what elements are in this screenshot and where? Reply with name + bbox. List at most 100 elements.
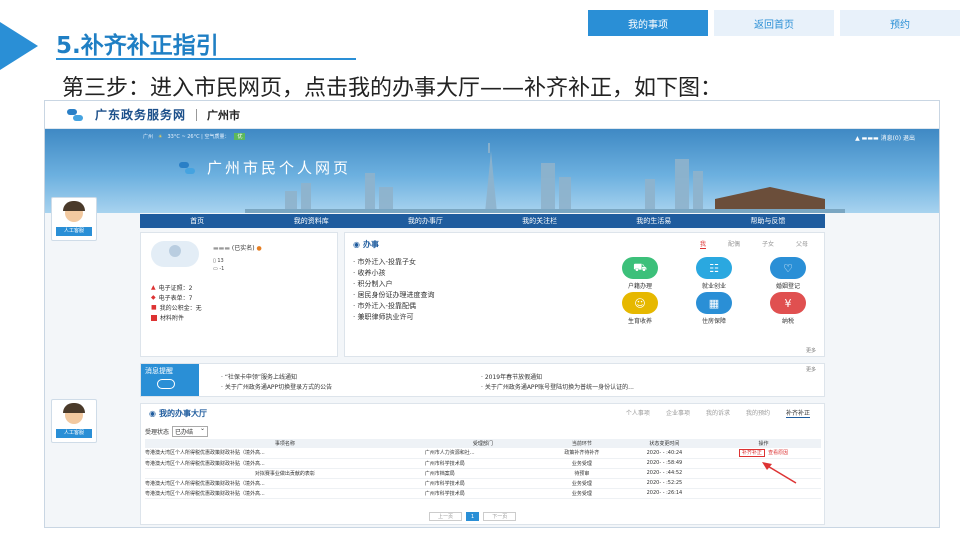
prev-page-button[interactable]: 上一页 <box>429 512 463 521</box>
page-1-button[interactable]: 1 <box>466 512 480 521</box>
hall-table: 事项名称 受理部门 当前环节 状态变更时间 操作 粤港澳大湾区个人所得税优惠政策… <box>145 439 821 499</box>
list-item-label: 收养小孩 <box>357 269 386 277</box>
tab-children[interactable]: 子女 <box>762 239 774 249</box>
portal-name: 广东政务服务网 <box>95 108 187 122</box>
message-logout-links[interactable]: 消息(0) 退出 <box>881 135 915 142</box>
verified-status: (已实名) <box>231 245 255 252</box>
service-grid: ⛟ 户籍办理 ☷ 就业创业 ♡ 婚姻登记 ☺ 生育收养 ▦ 住房保障 ¥ 纳税 <box>603 257 825 325</box>
cell-dept: 广州市科学技术局 <box>424 488 542 499</box>
banner-logo-icon <box>179 161 201 175</box>
service-label: 就业创业 <box>701 283 726 290</box>
tab-parents[interactable]: 父母 <box>796 239 808 249</box>
tab-spouse[interactable]: 配偶 <box>728 239 740 249</box>
slide: 5.补齐补正指引 我的事项 返回首页 预约 第三步：进入市民网页，点击我的办事大… <box>0 0 960 540</box>
tab-supplement[interactable]: 补齐补正 <box>785 408 810 418</box>
list-item[interactable]: · 兼职律师执业许可 <box>353 312 434 323</box>
customer-service-label: 人工客服 <box>56 429 92 438</box>
message-item[interactable]: · 2019年春节放假通知 <box>481 372 542 381</box>
tab-personal[interactable]: 个人事项 <box>626 408 650 418</box>
cell-dept: 广州市科学技术局 <box>424 458 542 469</box>
office-card: ◉ 办事 我 配偶 子女 父母 · 市外迁入-投靠子女 · 收养小孩 · 积分制入… <box>344 232 825 357</box>
cell-actions: 补齐补正 查看原因 <box>706 448 821 459</box>
user-links[interactable]: ▲ ▬▬▬ 消息(0) 退出 <box>855 133 915 142</box>
cell-time: 2020- - :58:49 <box>622 458 706 469</box>
tab-back-home[interactable]: 返回首页 <box>714 10 834 36</box>
status-select[interactable]: 已办结 <box>172 425 209 437</box>
col-header: 当前环节 <box>541 439 623 448</box>
gov-logo-icon <box>67 108 89 122</box>
weather-info: 广州 ☀ 33°C ~ 26°C | 空气质量： 优 <box>143 133 246 140</box>
nav-my-follow[interactable]: 我的关注栏 <box>483 214 597 228</box>
more-link[interactable]: 更多 <box>806 347 816 354</box>
user-card: ▬▬▬ (已实名) ● ▯ 13 ▭ -1 ▲ 电子证照：2 ◆ 电子表单：7 ■ 我… <box>140 232 338 357</box>
supplement-button[interactable]: 补齐补正 <box>738 449 765 457</box>
message-text: “社保卡申领”服务上线通知 <box>224 374 298 381</box>
service-housing[interactable]: ▦ 住房保障 <box>677 292 751 325</box>
message-item[interactable]: · 关于广州政务通APP切换登录方式的公告 <box>221 382 332 391</box>
tab-appeals[interactable]: 我的诉求 <box>706 408 730 418</box>
tab-reservation[interactable]: 预约 <box>840 10 960 36</box>
aqi-badge: 优 <box>234 133 246 140</box>
service-birth[interactable]: ☺ 生育收养 <box>603 292 677 325</box>
user-name: ▬▬▬ (已实名) ● <box>213 245 262 252</box>
stat-fund[interactable]: ■ 我的公积金：无 <box>151 303 202 312</box>
list-item[interactable]: · 市外迁入-投靠子女 <box>353 257 434 268</box>
cell-name: 粤港澳大湾区个人所得税优惠政策财政补贴（境外高... <box>145 478 425 489</box>
tab-enterprise[interactable]: 企业事项 <box>666 408 690 418</box>
service-marriage[interactable]: ♡ 婚姻登记 <box>751 257 825 290</box>
table-row: 粤港澳大湾区个人所得税优惠政策财政补贴（境外高... 广州市科学技术局 业务受理… <box>145 488 821 499</box>
service-household[interactable]: ⛟ 户籍办理 <box>603 257 677 290</box>
tab-appointments[interactable]: 我的预约 <box>746 408 770 418</box>
service-label: 户籍办理 <box>627 283 652 290</box>
service-employment[interactable]: ☷ 就业创业 <box>677 257 751 290</box>
hall-title-text: 我的办事大厅 <box>158 409 207 418</box>
title-underline <box>56 58 356 60</box>
view-reason-link[interactable]: 查看原因 <box>768 450 788 456</box>
stat-forms[interactable]: ◆ 电子表单：7 <box>151 293 192 302</box>
stat-label: 材料附件 <box>160 315 185 322</box>
message-item[interactable]: · “社保卡申领”服务上线通知 <box>221 372 297 381</box>
more-link[interactable]: 更多 <box>806 366 816 373</box>
list-item-label: 积分制入户 <box>357 280 393 288</box>
tab-me[interactable]: 我 <box>699 239 706 249</box>
cell-name: 对拟赛事业做出贡献的表彰 <box>145 468 425 479</box>
list-item[interactable]: · 收养小孩 <box>353 268 434 279</box>
cell-time: 2020- - :52:25 <box>622 478 706 489</box>
customer-service-button-2[interactable]: 人工客服 <box>51 399 97 443</box>
cell-name: 粤港澳大湾区个人所得税优惠政策财政补贴（境外高... <box>145 448 425 459</box>
stat-attachments[interactable]: 材料附件 <box>151 313 184 322</box>
cell-step: 政策补齐待补齐 <box>541 448 623 459</box>
user-phone: ▯ 13 <box>213 258 224 264</box>
message-text: 关于广州政务通APP账号登陆切换为普统一身份认证的... <box>484 384 634 391</box>
portal-city: 广州市 <box>207 108 241 122</box>
next-page-button[interactable]: 下一页 <box>483 512 517 521</box>
portal-screenshot: 广东政务服务网 广州市 广州 ☀ 33°C ~ 26°C | 空气质量： 优 ▲… <box>44 100 940 528</box>
service-tax[interactable]: ¥ 纳税 <box>751 292 825 325</box>
agent-avatar-icon <box>63 403 85 424</box>
message-card: 消息提醒 · “社保卡申领”服务上线通知 · 2019年春节放假通知 · 关于广… <box>140 363 825 397</box>
weather-text: 33°C ~ 26°C | 空气质量： <box>167 134 230 140</box>
message-item[interactable]: · 关于广州政务通APP账号登陆切换为普统一身份认证的... <box>481 382 634 391</box>
stat-licenses[interactable]: ▲ 电子证照：2 <box>151 283 192 292</box>
cell-actions <box>706 488 821 499</box>
nav-my-office[interactable]: 我的办事厅 <box>368 214 482 228</box>
list-item[interactable]: · 居民身份证办理进度查询 <box>353 290 434 301</box>
nav-my-life[interactable]: 我的生活易 <box>597 214 711 228</box>
tab-my-items[interactable]: 我的事项 <box>588 10 708 36</box>
divider <box>196 108 198 121</box>
service-label: 婚姻登记 <box>775 283 800 290</box>
nav-home[interactable]: 首页 <box>140 214 254 228</box>
slide-arrow-icon <box>0 22 38 70</box>
cell-step: 待预审 <box>541 468 623 479</box>
table-row: 粤港澳大湾区个人所得税优惠政策财政补贴（境外高... 广州市人力资源和社... … <box>145 448 821 459</box>
nav-my-library[interactable]: 我的资料库 <box>254 214 368 228</box>
cell-dept: 广州市档案局 <box>424 468 542 479</box>
nav-help[interactable]: 帮助与反馈 <box>711 214 825 228</box>
cell-name: 粤港澳大湾区个人所得税优惠政策财政补贴（境外高... <box>145 458 425 469</box>
list-item[interactable]: · 市外迁入-投靠配偶 <box>353 301 434 312</box>
list-item[interactable]: · 积分制入户 <box>353 279 434 290</box>
cell-time: 2020- - :26:14 <box>622 488 706 499</box>
circle-dot-icon: ◉ <box>149 409 156 418</box>
customer-service-button[interactable]: 人工客服 <box>51 197 97 241</box>
step-instruction: 第三步：进入市民网页，点击我的办事大厅——补齐补正，如下图： <box>62 76 723 101</box>
